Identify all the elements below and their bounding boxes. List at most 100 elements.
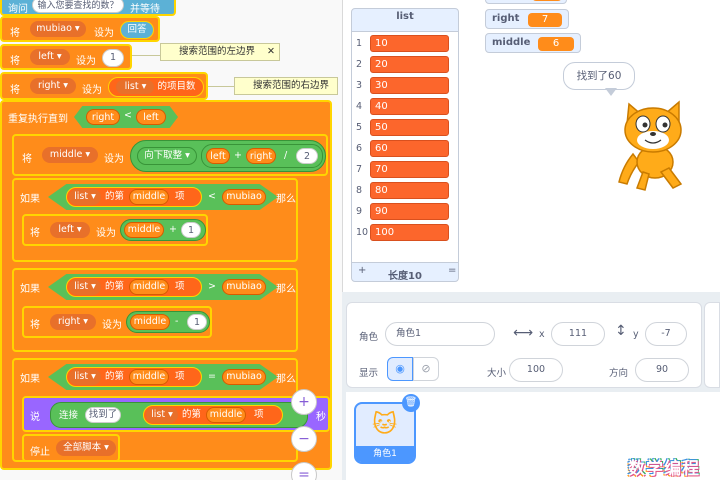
math-floor-reporter[interactable]: 向下取整 ▾ left + right / 2 [130,140,326,172]
say-block[interactable]: 说 连接 找到了 list ▾ 的第 middle 项 秒 [22,396,330,432]
size-input[interactable]: 100 [509,358,563,382]
middle-reporter[interactable]: middle [129,279,169,295]
floor-dropdown[interactable]: 向下取整 ▾ [137,147,197,165]
left-reporter[interactable]: left [206,148,230,164]
list-item-value[interactable]: 70 [370,161,449,178]
mubiao-reporter[interactable]: mubiao [222,189,266,205]
floor-label: 向下取整 [144,150,183,161]
answer-reporter[interactable]: 回答 [120,21,154,39]
set-label: 将 [22,154,32,165]
mubiao-reporter[interactable]: mubiao [222,369,266,385]
list-item[interactable]: 9 90 [356,203,452,221]
list-item[interactable]: 3 30 [356,77,452,95]
list-item-reporter[interactable]: list ▾ 的第 middle 项 [66,187,202,207]
stop-option-dropdown[interactable]: 全部脚本 ▾ [56,440,116,456]
list-item-value[interactable]: 90 [370,203,449,220]
add-reporter[interactable]: middle + 1 [120,219,206,241]
middle-reporter[interactable]: middle [206,407,246,423]
list-dropdown[interactable]: list ▾ [69,369,101,385]
number-input[interactable]: 1 [187,314,207,330]
subtract-reporter[interactable]: middle - 1 [126,311,210,333]
list-item-value[interactable]: 10 [370,35,449,52]
greater-than-condition[interactable]: list ▾ 的第 middle 项 > mubiao [48,274,278,300]
middle-reporter[interactable]: middle [129,369,169,385]
stop-block[interactable]: 停止 全部脚本 ▾ [22,434,120,462]
show-visible-button[interactable]: ◉ [387,357,413,381]
var-dropdown[interactable]: left ▾ [50,222,90,238]
set-left-middle-block[interactable]: 将 left ▾ 设为 middle + 1 [22,214,208,246]
sprite-name-input[interactable]: 角色1 [385,322,495,346]
zoom-out-button[interactable]: − [291,426,317,452]
y-input[interactable]: -7 [645,322,687,346]
less-than-condition[interactable]: right < left [74,106,178,128]
ask-block[interactable]: 询问 输入您要查找的数？ 并等待 [0,0,176,16]
list-item[interactable]: 1 10 [356,35,452,53]
list-item-value[interactable]: 60 [370,140,449,157]
list-item-value[interactable]: 40 [370,98,449,115]
list-item[interactable]: 8 80 [356,182,452,200]
var-dropdown[interactable]: middle ▾ [42,147,98,163]
list-item[interactable]: 7 70 [356,161,452,179]
mubiao-reporter[interactable]: mubiao [222,279,266,295]
ask-prompt-input[interactable]: 输入您要查找的数？ [32,0,124,13]
list-monitor[interactable]: list 1 10 2 20 3 30 4 40 5 50 6 60 7 70 8 80 9 90 10 100 + … [351,8,459,282]
divide-reporter[interactable]: left + right / 2 [201,144,323,168]
direction-input[interactable]: 90 [635,358,689,382]
number-input[interactable]: 1 [102,49,124,67]
set-middle-block[interactable]: 将 middle ▾ 设为 向下取整 ▾ left + right / 2 [12,134,328,176]
list-item-value[interactable]: 100 [370,224,449,241]
right-reporter[interactable]: right [86,109,120,125]
list-dropdown[interactable]: list ▾ [116,80,155,94]
join-label: 连接 [59,410,79,421]
list-item[interactable]: 5 50 [356,119,452,137]
list-dropdown[interactable]: list ▾ [69,279,101,295]
list-item-reporter[interactable]: list ▾ 的第 middle 项 [143,405,283,425]
code-area[interactable]: 询问 输入您要查找的数？ 并等待 将 mubiao ▾ 设为 回答 将 left… [0,0,342,480]
x-input[interactable]: 111 [551,322,605,346]
set-mubiao-block[interactable]: 将 mubiao ▾ 设为 回答 [0,16,160,42]
var-dropdown[interactable]: right ▾ [50,314,96,330]
stage[interactable]: list 1 10 2 20 3 30 4 40 5 50 6 60 7 70 8 80 9 90 10 100 + … [342,0,720,292]
right-reporter[interactable]: right [246,148,276,164]
list-item-reporter[interactable]: list ▾ 的第 middle 项 [66,277,202,297]
middle-reporter[interactable]: middle [124,222,164,238]
join-reporter[interactable]: 连接 找到了 list ▾ 的第 middle 项 [50,402,308,428]
show-hidden-button[interactable]: ⊘ [413,357,439,381]
list-item-reporter[interactable]: list ▾ 的第 middle 项 [66,367,202,387]
var-dropdown[interactable]: mubiao ▾ [30,21,86,37]
number-input[interactable]: 2 [296,148,318,164]
list-item[interactable]: 10 100 [356,224,452,242]
list-length-reporter[interactable]: list ▾ 的项目数 [108,77,204,97]
list-dropdown[interactable]: list ▾ [69,189,101,205]
list-item-value[interactable]: 30 [370,77,449,94]
set-left-block[interactable]: 将 left ▾ 设为 1 [0,44,132,70]
list-item[interactable]: 2 20 [356,56,452,74]
eye-hidden-icon: ⊘ [421,362,431,375]
found-text-input[interactable]: 找到了 [85,407,121,423]
comment-left-bound[interactable]: 搜索范围的左边界 ✕ [160,43,280,61]
list-item-value[interactable]: 80 [370,182,449,199]
middle-reporter[interactable]: middle [129,189,169,205]
var-dropdown[interactable]: right ▾ [30,78,76,94]
x-label: x [539,329,545,340]
close-icon[interactable]: ✕ [267,44,275,60]
less-than-condition[interactable]: list ▾ 的第 middle 项 < mubiao [48,184,278,210]
list-dropdown[interactable]: list ▾ [146,407,178,423]
var-dropdown[interactable]: left ▾ [30,49,70,65]
number-input[interactable]: 1 [181,222,201,238]
left-reporter[interactable]: left [136,109,166,125]
list-item[interactable]: 4 40 [356,98,452,116]
set-right-block[interactable]: 将 right ▾ 设为 list ▾ 的项目数 [0,72,208,100]
middle-reporter[interactable]: middle [130,314,170,330]
resize-handle[interactable]: = [448,265,456,276]
delete-sprite-button[interactable]: 🗑 [402,394,420,412]
add-item-button[interactable]: + [358,265,366,276]
zoom-in-button[interactable]: + [291,389,317,415]
list-item-value[interactable]: 50 [370,119,449,136]
cat-sprite[interactable] [613,96,693,192]
comment-right-bound[interactable]: 搜索范围的右边界 [234,77,338,95]
list-item[interactable]: 6 60 [356,140,452,158]
list-item-value[interactable]: 20 [370,56,449,73]
set-right-middle-block[interactable]: 将 right ▾ 设为 middle - 1 [22,306,212,338]
equals-condition[interactable]: list ▾ 的第 middle 项 = mubiao [48,364,278,390]
